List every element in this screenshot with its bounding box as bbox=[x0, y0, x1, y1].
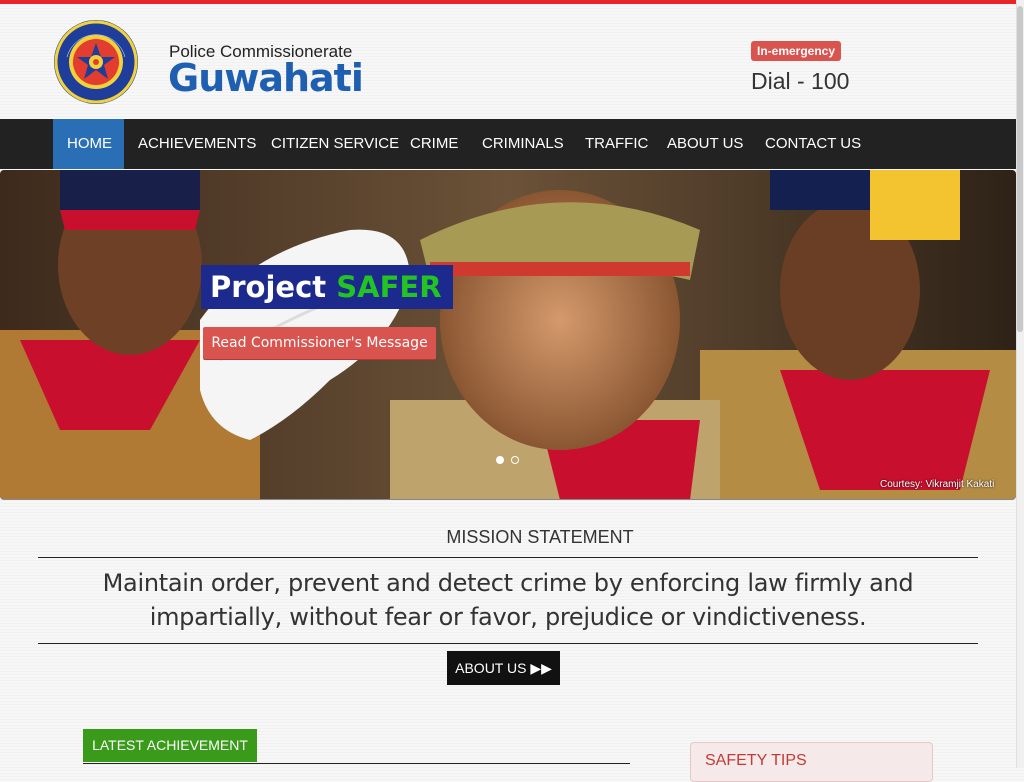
read-message-button[interactable]: Read Commissioner's Message bbox=[203, 327, 436, 360]
safety-tips-title: SAFETY TIPS bbox=[705, 752, 807, 769]
latest-divider bbox=[83, 763, 630, 764]
site-header: Police Commissionerate Guwahati In-emerg… bbox=[0, 4, 1016, 119]
hero-photo bbox=[0, 170, 1016, 499]
nav-about-us[interactable]: ABOUT US bbox=[653, 119, 757, 169]
carousel-indicator-2[interactable] bbox=[511, 456, 519, 464]
mission-bottom-divider bbox=[38, 643, 978, 644]
latest-achievement-button[interactable]: LATEST ACHIEVEMENT bbox=[83, 729, 257, 762]
double-arrow-right-icon: ▶▶ bbox=[530, 660, 552, 676]
hero-title-part1: Project bbox=[210, 270, 327, 304]
mission-heading: MISSION STATEMENT bbox=[446, 527, 634, 547]
emergency-badge: In-emergency bbox=[751, 41, 842, 61]
about-us-button[interactable]: ABOUT US ▶▶ bbox=[447, 651, 560, 685]
photo-courtesy: Courtesy: Vikramjit Kakati bbox=[880, 479, 995, 490]
brand-title[interactable]: Guwahati bbox=[168, 56, 364, 100]
hero-carousel[interactable]: ‹ › bbox=[0, 170, 1016, 500]
assam-police-logo[interactable] bbox=[53, 19, 139, 105]
hero-title-part2: SAFER bbox=[336, 270, 442, 304]
page-scrollbar[interactable] bbox=[1016, 0, 1024, 768]
mission-top-divider bbox=[38, 557, 978, 558]
nav-achievements[interactable]: ACHIEVEMENTS bbox=[124, 119, 270, 169]
scrollbar-thumb[interactable] bbox=[1017, 6, 1023, 332]
about-us-label: ABOUT US bbox=[455, 660, 527, 676]
nav-traffic[interactable]: TRAFFIC bbox=[571, 119, 662, 169]
nav-criminals[interactable]: CRIMINALS bbox=[468, 119, 578, 169]
main-nav: HOME ACHIEVEMENTS CITIZEN SERVICE CRIME … bbox=[0, 119, 1016, 169]
mission-statement: Maintain order, prevent and detect crime… bbox=[102, 569, 914, 631]
hero-project-title: Project SAFER bbox=[201, 265, 453, 309]
carousel-indicator-1[interactable] bbox=[496, 456, 504, 464]
nav-contact-us[interactable]: CONTACT US bbox=[751, 119, 875, 169]
nav-home[interactable]: HOME bbox=[53, 119, 124, 169]
nav-citizen-service[interactable]: CITIZEN SERVICE bbox=[257, 119, 413, 169]
emergency-dial: Dial - 100 bbox=[751, 68, 850, 94]
nav-crime[interactable]: CRIME bbox=[396, 119, 472, 169]
